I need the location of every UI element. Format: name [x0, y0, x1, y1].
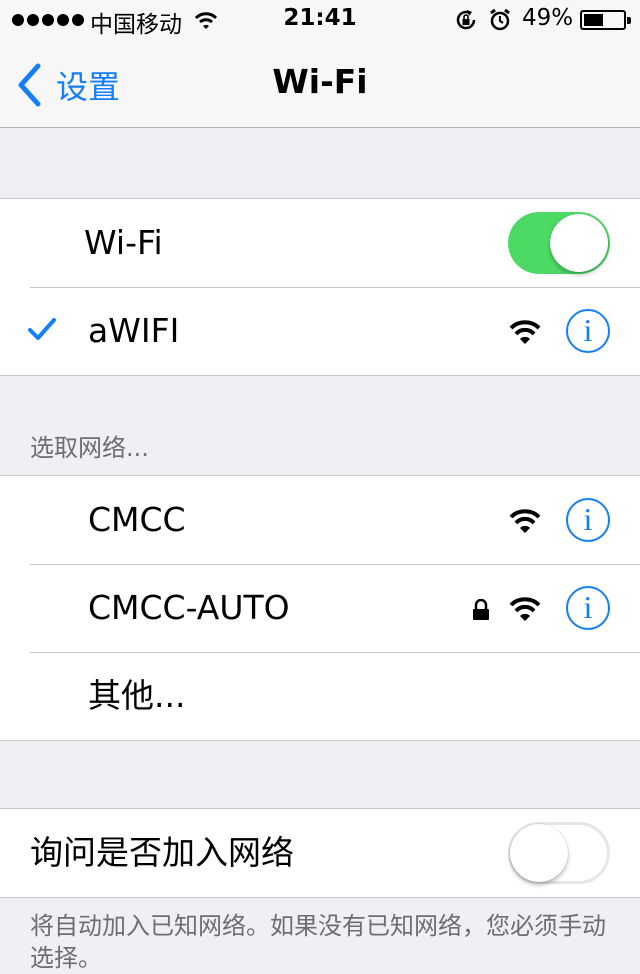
network-info-button[interactable]: i	[566, 309, 610, 353]
lock-icon	[473, 599, 489, 620]
network-row-other[interactable]: 其他...	[0, 652, 640, 740]
ask-to-join-footer: 将自动加入已知网络。如果没有已知网络，您必须手动选择。	[30, 912, 606, 972]
section-header-choose-network: 选取网络...	[30, 434, 149, 462]
network-info-button[interactable]: i	[566, 586, 610, 630]
ask-to-join-label: 询问是否加入网络	[30, 833, 294, 872]
network-row-cmcc-auto[interactable]: CMCC-AUTO i	[0, 564, 640, 652]
wifi-label: Wi-Fi	[84, 223, 163, 262]
network-name: CMCC-AUTO	[88, 588, 290, 627]
toggle-knob	[550, 214, 608, 272]
ask-to-join-toggle[interactable]	[508, 822, 610, 884]
toggle-knob	[510, 824, 568, 882]
wifi-toggle[interactable]	[508, 212, 610, 274]
alarm-icon	[489, 8, 511, 38]
wifi-signal-icon	[509, 509, 541, 533]
network-name: aWIFI	[88, 311, 180, 350]
battery-fill	[584, 14, 603, 26]
wifi-group: Wi-Fi aWIFI i	[0, 198, 640, 376]
wifi-signal-icon	[509, 320, 541, 344]
status-bar: 中国移动 21:41 49%	[0, 0, 640, 40]
networks-group: CMCC i CMCC-AUTO i 其他...	[0, 475, 640, 741]
navigation-bar: 设置 Wi-Fi	[0, 40, 640, 128]
network-row-cmcc[interactable]: CMCC i	[0, 476, 640, 564]
checkmark-icon	[28, 318, 56, 340]
rotation-lock-icon	[454, 8, 478, 38]
other-network-label: 其他...	[88, 676, 186, 715]
connected-network-row[interactable]: aWIFI i	[0, 287, 640, 375]
network-name: CMCC	[88, 500, 186, 539]
wifi-signal-icon	[509, 597, 541, 621]
page-title: Wi-Fi	[272, 62, 368, 101]
ask-to-join-row: 询问是否加入网络	[0, 809, 640, 897]
ask-to-join-group: 询问是否加入网络	[0, 808, 640, 898]
battery-icon	[580, 10, 631, 30]
network-info-button[interactable]: i	[566, 498, 610, 542]
battery-percent: 49%	[522, 5, 574, 31]
wifi-toggle-row: Wi-Fi	[0, 199, 640, 287]
